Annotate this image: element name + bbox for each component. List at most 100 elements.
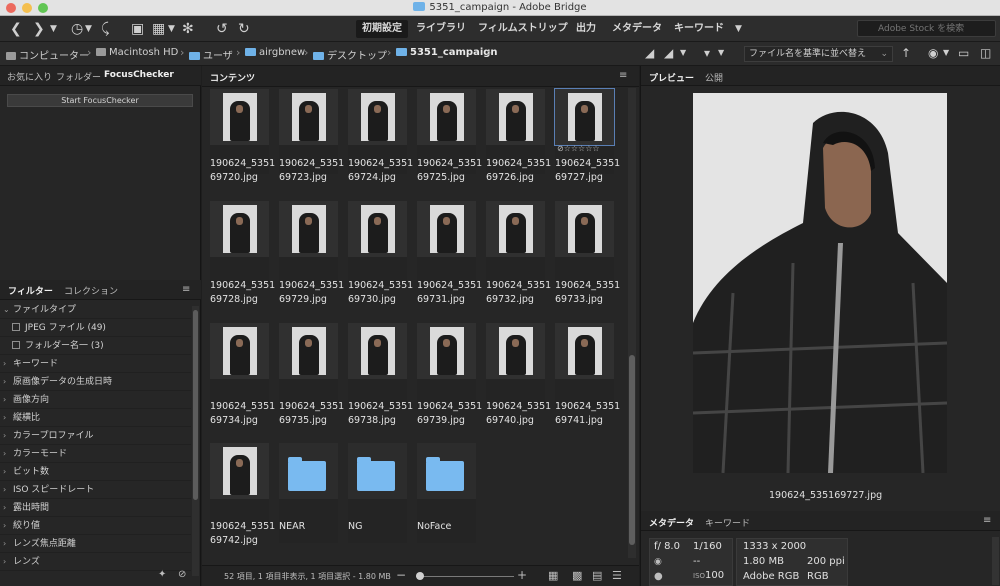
workspace-metadata[interactable]: メタデータ [606, 20, 668, 38]
scrollbar-thumb[interactable] [629, 355, 635, 545]
rotate-left-icon[interactable]: ↺ [216, 20, 228, 38]
workspace-output[interactable]: 出力 [570, 20, 602, 38]
folder-thumbnail[interactable] [279, 443, 338, 499]
folder-item[interactable]: NEAR [279, 443, 338, 543]
clear-filter-icon[interactable]: ⊘ [178, 569, 186, 580]
filter-category[interactable]: › 露出時間 [0, 499, 191, 517]
list-view-icon[interactable]: ☰ [612, 569, 622, 582]
refine-icon[interactable]: ▦ [152, 20, 165, 38]
filter-category[interactable]: ⌄ ファイルタイプ [0, 301, 191, 319]
thumbnail-item[interactable]: 190624_5351 69740.jpg [486, 323, 551, 426]
thumbnail-image[interactable] [417, 323, 476, 379]
zoom-out-icon[interactable]: − [396, 568, 406, 582]
breadcrumb-computer[interactable]: コンピューター [6, 47, 89, 62]
folder-thumbnail[interactable] [417, 443, 476, 499]
chevron-down-icon[interactable]: ▼ [718, 44, 724, 62]
zoom-in-icon[interactable]: + [517, 568, 527, 582]
trash-icon[interactable]: ◫ [980, 44, 991, 62]
filter-category[interactable]: › 画像方向 [0, 391, 191, 409]
chevron-down-icon[interactable]: ▼ [680, 44, 686, 62]
panel-menu-icon[interactable]: ≡ [182, 284, 190, 295]
checkbox[interactable] [12, 341, 20, 349]
quality-icon[interactable]: ◢ [664, 44, 673, 62]
checkbox[interactable] [12, 323, 20, 331]
folder-item[interactable]: NoFace [417, 443, 476, 543]
workspace-more-chevron-icon[interactable]: ▼ [735, 20, 742, 38]
thumbnail-item[interactable]: 190624_5351 69720.jpg [210, 89, 275, 183]
preview-image[interactable] [693, 93, 947, 473]
thumbnail-image[interactable] [210, 201, 269, 257]
chevron-down-icon[interactable]: ▼ [50, 20, 57, 38]
sort-select[interactable]: ファイル名を基準に並べ替え ⌄ [744, 46, 893, 62]
filter-option[interactable]: フォルダー名一 (3) [0, 337, 191, 355]
quality-icon[interactable]: ◢ [645, 44, 654, 62]
folder-item[interactable]: NG [348, 443, 407, 543]
panel-menu-icon[interactable]: ≡ [983, 515, 991, 526]
chevron-down-icon[interactable]: ▼ [85, 20, 92, 38]
reject-icon[interactable]: ⊘ [557, 144, 564, 153]
thumbnail-image[interactable] [555, 323, 614, 379]
rotate-right-icon[interactable]: ↻ [238, 20, 250, 38]
panel-menu-icon[interactable]: ≡ [619, 70, 627, 81]
thumbnail-item[interactable]: 190624_5351 69741.jpg [555, 323, 620, 426]
stars-label[interactable]: ☆☆☆☆☆ [564, 144, 600, 153]
pin-icon[interactable]: ✦ [158, 569, 166, 580]
thumbnail-image[interactable] [210, 89, 269, 145]
thumbnail-image[interactable] [348, 201, 407, 257]
open-recent-icon[interactable]: ◉ [928, 44, 938, 62]
filter-category[interactable]: › 絞り値 [0, 517, 191, 535]
boomerang-icon[interactable]: ⤹ [101, 20, 109, 38]
thumbnail-image[interactable] [348, 89, 407, 145]
workspace-libraries[interactable]: ライブラリ [410, 20, 472, 38]
breadcrumb-desktop[interactable]: デスクトップ [313, 47, 387, 62]
recent-icon[interactable]: ◷ [71, 20, 83, 38]
breadcrumb-users[interactable]: ユーザ [189, 47, 233, 62]
thumbnail-item[interactable]: 190624_5351 69726.jpg [486, 89, 551, 183]
tab-collections[interactable]: コレクション [64, 284, 118, 297]
thumbnail-item[interactable]: 190624_5351 69728.jpg [210, 201, 275, 305]
workspace-keywords[interactable]: キーワード [668, 20, 730, 38]
filter-category[interactable]: › カラーモード [0, 445, 191, 463]
breadcrumb-macintosh-hd[interactable]: Macintosh HD [96, 47, 178, 58]
thumbnail-item[interactable]: 190624_5351 69739.jpg [417, 323, 482, 426]
tab-content[interactable]: コンテンツ [210, 71, 255, 84]
scrollbar-thumb[interactable] [193, 310, 198, 500]
filter-category[interactable]: › ビット数 [0, 463, 191, 481]
thumbnail-item[interactable]: 190624_5351 69733.jpg [555, 201, 620, 305]
thumbnail-image[interactable] [486, 323, 545, 379]
thumbnail-image[interactable] [210, 443, 269, 499]
thumbnail-image[interactable] [279, 201, 338, 257]
filter-category[interactable]: › カラープロファイル [0, 427, 191, 445]
rating-stars[interactable]: ⊘☆☆☆☆☆ [557, 144, 600, 153]
thumbnail-item[interactable]: 190624_5351 69725.jpg [417, 89, 482, 183]
tab-filter[interactable]: フィルター [8, 284, 53, 297]
thumbnail-item[interactable]: 190624_5351 69729.jpg [279, 201, 344, 305]
thumbnail-image[interactable] [486, 201, 545, 257]
tab-publish[interactable]: 公開 [705, 71, 723, 84]
metadata-scrollbar[interactable] [992, 537, 999, 585]
filter-icon[interactable]: ▾ [704, 44, 710, 62]
back-icon[interactable]: ❮ [10, 20, 22, 38]
filter-category[interactable]: › ISO スピードレート [0, 481, 191, 499]
filter-category[interactable]: › 原画像データの生成日時 [0, 373, 191, 391]
thumbnail-image[interactable] [279, 323, 338, 379]
thumbnail-item[interactable]: 190624_5351 69731.jpg [417, 201, 482, 305]
thumbnail-item[interactable]: 190624_5351 69734.jpg [210, 323, 275, 426]
thumbnail-size-slider[interactable] [416, 576, 514, 577]
chevron-down-icon[interactable]: ▼ [168, 20, 175, 38]
thumbnail-image[interactable] [210, 323, 269, 379]
filter-category[interactable]: › レンズ焦点距離 [0, 535, 191, 553]
thumbnail-item[interactable]: 190624_5351 69738.jpg [348, 323, 413, 426]
thumbnail-view-icon[interactable]: ▩ [572, 569, 582, 582]
workspace-filmstrip[interactable]: フィルムストリップ [472, 20, 574, 38]
new-folder-icon[interactable]: ▭ [958, 44, 969, 62]
filter-category[interactable]: › キーワード [0, 355, 191, 373]
tab-metadata[interactable]: メタデータ [649, 516, 694, 529]
thumbnail-item[interactable]: 190624_5351 69727.jpg [554, 88, 620, 183]
details-view-icon[interactable]: ▤ [592, 569, 602, 582]
grid-lock-icon[interactable]: ▦ [548, 569, 558, 582]
forward-icon[interactable]: ❯ [33, 20, 45, 38]
filter-category[interactable]: › 縦横比 [0, 409, 191, 427]
thumbnail-image[interactable] [555, 201, 614, 257]
thumbnail-item[interactable]: 190624_5351 69732.jpg [486, 201, 551, 305]
